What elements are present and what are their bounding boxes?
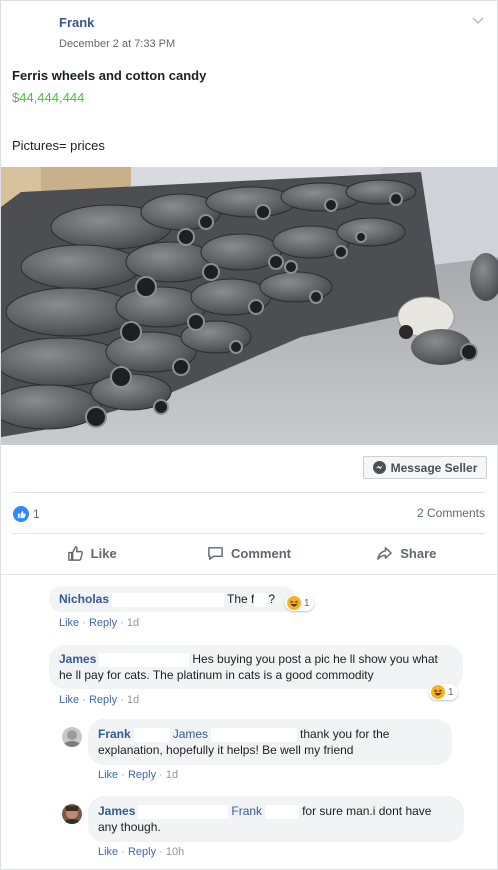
commenter-name[interactable]: James [98,804,135,818]
commenter-name[interactable]: Frank [98,727,131,741]
reaction-badge[interactable]: 1 [429,684,458,700]
redaction [112,592,225,607]
redaction [133,727,170,742]
mention-tag[interactable]: James [173,727,208,741]
comment-age[interactable]: 1d [166,769,178,781]
like-count: 1 [33,507,40,521]
comment-reply-link[interactable]: Reply [89,694,117,706]
divider [1,574,497,575]
comment-meta: Like · Reply · 1d [59,617,140,629]
reply-bubble: Frank James thank you for the explanation,… [88,719,452,765]
comment-text: The f [227,592,255,606]
chevron-down-icon[interactable] [471,13,485,27]
post-timestamp[interactable]: December 2 at 7:33 PM [59,38,175,50]
like-button[interactable]: Like [13,541,170,565]
comment-like-link[interactable]: Like [98,769,118,781]
redaction [254,592,269,607]
commenter-name[interactable]: Nicholas [59,592,109,606]
share-button[interactable]: Share [328,541,485,565]
mention-tag[interactable]: Frank [231,804,262,818]
comment-bubble: James Hes buying you post a pic he ll sho… [49,645,463,689]
comment-meta: Like · Reply · 1d [59,694,140,706]
thumbs-up-icon [67,545,83,561]
redaction [138,804,229,819]
reaction-summary[interactable]: 1 [13,506,40,522]
comment-reply-link[interactable]: Reply [128,846,156,858]
listing-title: Ferris wheels and cotton candy [12,68,207,83]
share-label: Share [400,545,437,561]
listing-price: $44,444,444 [12,90,85,105]
comment-age[interactable]: 1d [127,617,139,629]
comment-button[interactable]: Comment [170,541,327,565]
haha-icon [287,596,301,610]
like-icon [13,506,29,522]
listing-description: Pictures= prices [12,138,105,153]
comment-age[interactable]: 10h [166,846,184,858]
author-name[interactable]: Frank [59,15,94,30]
reply-bubble: James Frank for sure man.i dont have any t… [88,796,464,842]
message-seller-label: Message Seller [390,460,478,475]
comment-like-link[interactable]: Like [59,694,79,706]
redaction [211,727,298,742]
action-bar: Like Comment Share [13,541,485,565]
listing-photo[interactable] [1,167,498,445]
comment-label: Comment [231,545,291,561]
comment-text-end: ? [268,592,276,606]
redaction [99,652,190,667]
divider [13,533,485,534]
share-icon [377,546,393,560]
commenter-name[interactable]: James [59,652,96,666]
avatar[interactable] [62,727,82,747]
marketplace-post: Frank December 2 at 7:33 PM Ferris wheel… [0,0,498,870]
divider [13,492,485,493]
comment-meta: Like · Reply · 1d [98,769,179,781]
comment-reply-link[interactable]: Reply [89,617,117,629]
reaction-badge[interactable]: 1 [285,595,314,611]
comment-meta: Like · Reply · 10h [98,846,185,858]
comment-like-link[interactable]: Like [98,846,118,858]
comment-icon [208,546,223,560]
avatar[interactable] [62,804,82,824]
haha-icon [431,685,445,699]
reaction-count: 1 [448,686,454,698]
redaction [265,804,300,819]
reaction-count: 1 [304,597,310,609]
messenger-icon [372,461,386,474]
like-label: Like [90,545,117,561]
comment-count[interactable]: 2 Comments [417,506,485,520]
comment-age[interactable]: 1d [127,694,139,706]
comment-bubble: Nicholas The f? [49,586,295,612]
comment-reply-link[interactable]: Reply [128,769,156,781]
message-seller-button[interactable]: Message Seller [363,456,487,479]
comment-like-link[interactable]: Like [59,617,79,629]
